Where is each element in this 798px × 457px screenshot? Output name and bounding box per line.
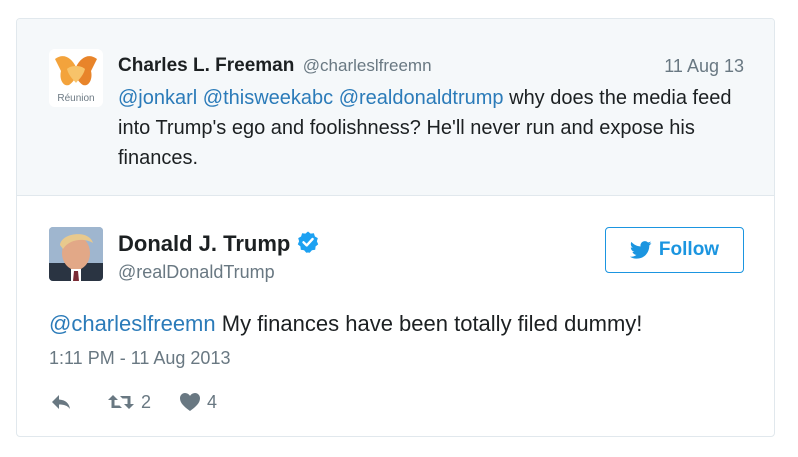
tweet-body-text: My finances have been totally filed dumm… — [215, 311, 643, 336]
tweet-timestamp[interactable]: 1:11 PM - 11 Aug 2013 — [49, 345, 230, 371]
author-handle[interactable]: @realDonaldTrump — [118, 259, 275, 285]
twitter-bird-icon — [629, 241, 652, 259]
author-handle[interactable]: @charleslfreemn — [303, 56, 432, 75]
profile-photo-icon — [49, 227, 103, 281]
tweet-date[interactable]: 11 Aug 13 — [664, 52, 744, 80]
reply-icon — [52, 395, 70, 409]
quoted-tweet[interactable]: Réunion Charles L. Freeman @charleslfree… — [17, 19, 774, 196]
retweet-button[interactable]: 2 — [107, 392, 151, 413]
tweet-text: @charleslfreemn My finances have been to… — [49, 309, 642, 339]
quoted-tweet-header: Charles L. Freeman @charleslfreemn 11 Au… — [118, 52, 744, 80]
heart-icon — [180, 393, 201, 411]
follow-button-label: Follow — [658, 239, 720, 260]
reply-button[interactable] — [49, 392, 79, 412]
retweet-count: 2 — [141, 391, 152, 412]
tweet-actions: 2 4 — [49, 389, 245, 415]
mention-link[interactable]: @jonkarl — [118, 87, 197, 109]
avatar[interactable] — [49, 227, 103, 281]
mention-link[interactable]: @thisweekabc — [203, 87, 333, 109]
author-name[interactable]: Charles L. Freeman — [118, 55, 294, 76]
avatar[interactable]: Réunion — [49, 49, 103, 107]
follow-button[interactable]: Follow — [605, 227, 744, 273]
retweet-icon — [108, 395, 134, 409]
reunion-logo-icon: Réunion — [49, 49, 103, 107]
author-name[interactable]: Donald J. Trump — [118, 229, 320, 259]
mention-link[interactable]: @charleslfreemn — [49, 311, 216, 336]
quoted-tweet-text: @jonkarl @thisweekabc @realdonaldtrump w… — [118, 83, 748, 173]
like-count: 4 — [207, 391, 218, 412]
embedded-tweet-card: Réunion Charles L. Freeman @charleslfree… — [16, 18, 775, 437]
verified-badge-icon — [298, 231, 319, 253]
author-name-text: Donald J. Trump — [118, 231, 291, 256]
like-button[interactable]: 4 — [179, 392, 217, 413]
svg-text:Réunion: Réunion — [57, 93, 94, 104]
mention-link[interactable]: @realdonaldtrump — [339, 87, 504, 109]
